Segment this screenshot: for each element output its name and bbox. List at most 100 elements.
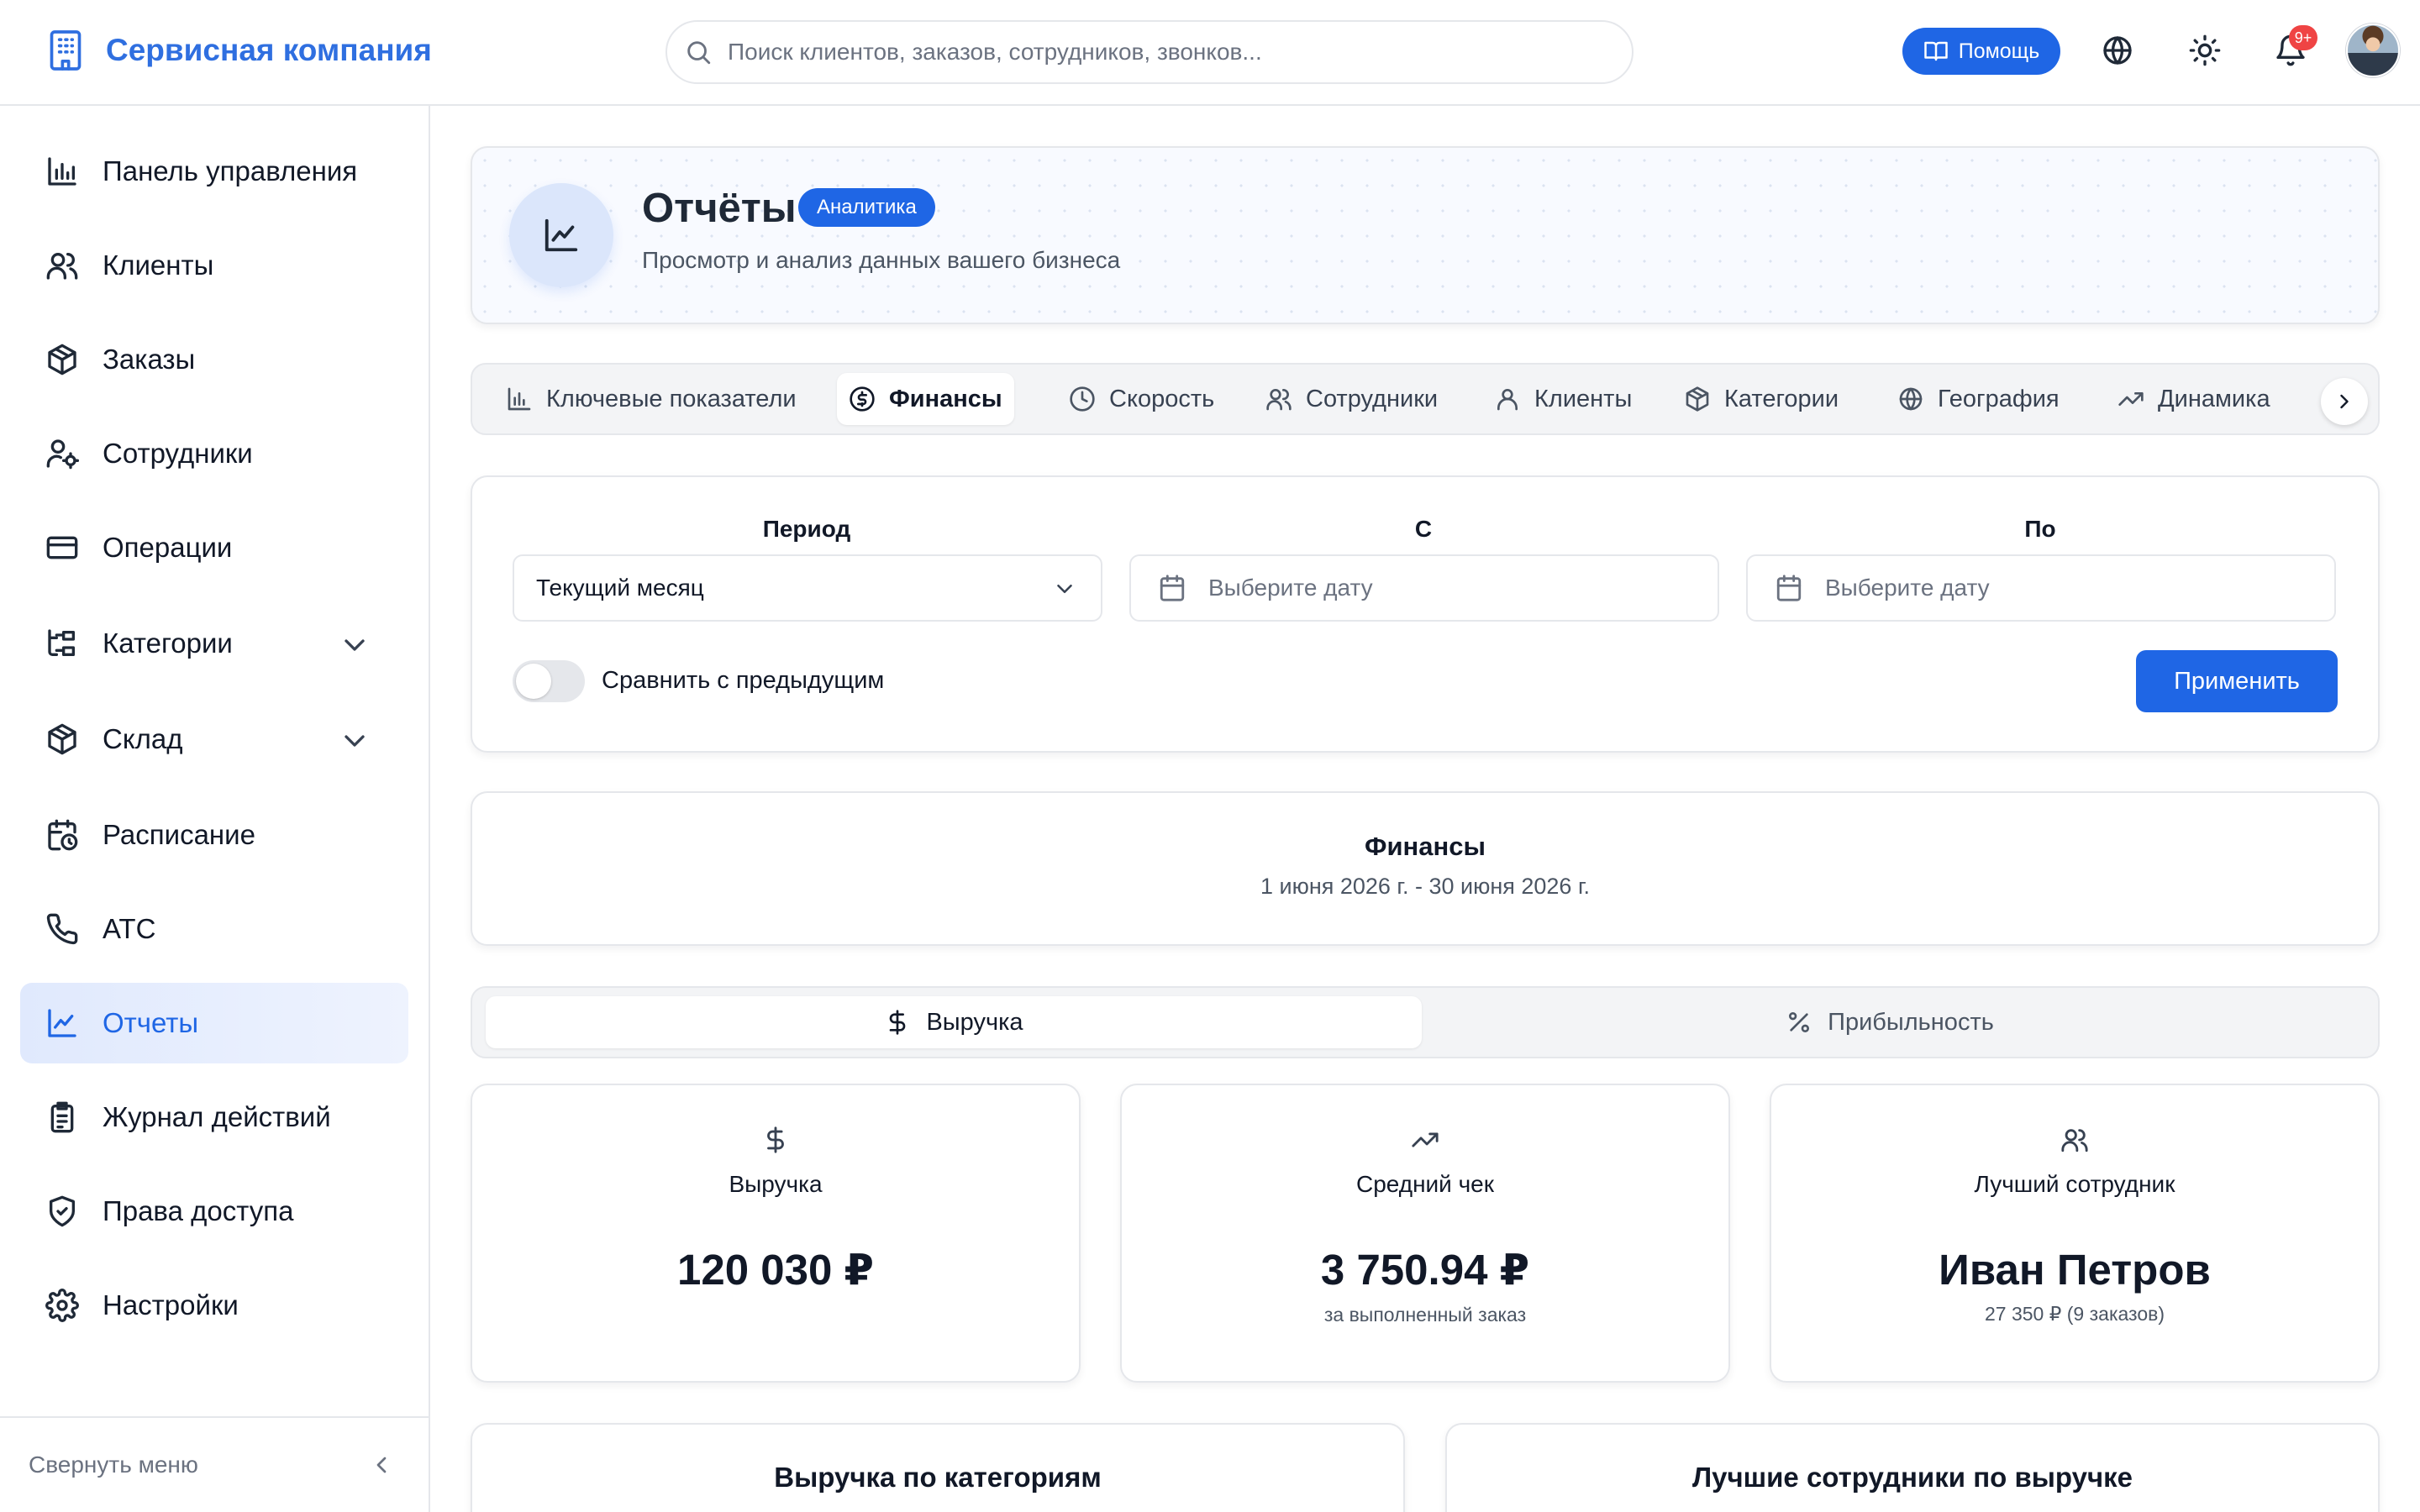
sidebar-item-clients[interactable]: Клиенты xyxy=(20,225,408,306)
tab-speed[interactable]: Скорость xyxy=(1057,373,1226,425)
search-bar[interactable] xyxy=(666,20,1634,84)
sidebar-item-schedule[interactable]: Расписание xyxy=(20,795,408,875)
notification-badge: 9+ xyxy=(2289,25,2317,50)
tabs-scroll-right-button[interactable] xyxy=(2321,378,2368,425)
tab-employees[interactable]: Сотрудники xyxy=(1254,373,1449,425)
sidebar-item-orders[interactable]: Заказы xyxy=(20,319,408,400)
stat-card-average-check: Средний чек 3 750.94 ₽ за выполненный за… xyxy=(1120,1084,1730,1383)
user-avatar[interactable] xyxy=(2346,24,2400,77)
tab-geography[interactable]: География xyxy=(1886,373,2071,425)
calendar-icon xyxy=(1160,575,1185,601)
tab-label: Сотрудники xyxy=(1306,385,1439,412)
revenue-by-category-card: Выручка по категориям xyxy=(471,1423,1405,1512)
clipboard-list-icon xyxy=(50,1101,74,1133)
tab-label: Динамика xyxy=(2158,385,2270,412)
help-label: Помощь xyxy=(1958,39,2040,63)
tab-clients[interactable]: Клиенты xyxy=(1482,373,1644,425)
stat-subtext: 27 350 ₽ (9 заказов) xyxy=(1985,1303,2165,1325)
date-from-placeholder: Выберите дату xyxy=(1208,575,1373,601)
trending-up-icon xyxy=(2118,392,2144,406)
search-input[interactable] xyxy=(728,39,1568,66)
stat-label: Лучший сотрудник xyxy=(1974,1171,2175,1197)
search-icon xyxy=(687,41,711,65)
dollar-icon xyxy=(767,1126,784,1153)
stat-value: 120 030 ₽ xyxy=(676,1246,874,1294)
sidebar-item-activity-log[interactable]: Журнал действий xyxy=(20,1077,408,1158)
sidebar-item-pbx[interactable]: АТС xyxy=(20,889,408,969)
collapse-menu-button[interactable]: Свернуть меню xyxy=(0,1416,429,1512)
package-icon xyxy=(48,723,76,755)
globe-icon[interactable] xyxy=(2101,34,2134,67)
tab-label: Ключевые показатели xyxy=(546,385,797,412)
tab-label: География xyxy=(1938,385,2060,412)
sidebar-item-label: Сотрудники xyxy=(103,438,253,469)
sidebar-item-label: Расписание xyxy=(103,819,255,850)
stat-label: Средний чек xyxy=(1355,1171,1495,1197)
card-title: Выручка по категориям xyxy=(774,1462,1102,1493)
sidebar-item-access-rights[interactable]: Права доступа xyxy=(20,1171,408,1252)
brand[interactable]: Сервисная компания xyxy=(47,29,432,72)
stat-value: Иван Петров xyxy=(1939,1246,2211,1294)
date-to-placeholder: Выберите дату xyxy=(1825,575,1990,601)
date-from-input[interactable]: Выберите дату xyxy=(1129,554,1719,622)
sidebar-item-label: Журнал действий xyxy=(103,1101,331,1132)
help-button[interactable]: Помощь xyxy=(1902,28,2060,75)
top-employees-revenue-card: Лучшие сотрудники по выручке xyxy=(1445,1423,2380,1512)
brand-name: Сервисная компания xyxy=(106,33,432,67)
sidebar-item-employees[interactable]: Сотрудники xyxy=(20,413,408,494)
collapse-menu-label: Свернуть меню xyxy=(29,1452,198,1478)
shield-check-icon xyxy=(50,1195,76,1227)
apply-button[interactable]: Применить xyxy=(2136,650,2338,712)
date-to-input[interactable]: Выберите дату xyxy=(1746,554,2336,622)
to-label: По xyxy=(2024,516,2056,542)
tab-label: Прибыльность xyxy=(1828,1008,1994,1036)
sidebar-item-operations[interactable]: Операции xyxy=(20,507,408,588)
package-icon xyxy=(1686,386,1709,412)
period-value: Текущий месяц xyxy=(536,575,704,601)
analytics-badge: Аналитика xyxy=(798,188,935,227)
tab-categories[interactable]: Категории xyxy=(1672,373,1850,425)
tab-profitability[interactable]: Прибыльность xyxy=(1422,996,2358,1048)
sidebar-item-settings[interactable]: Настройки xyxy=(20,1265,408,1346)
page-hero: Отчёты Аналитика Просмотр и анализ данны… xyxy=(471,146,2380,324)
user-cog-icon xyxy=(46,439,79,470)
building-icon xyxy=(50,30,82,71)
compare-label: Сравнить с предыдущим xyxy=(602,667,885,694)
filters-card: Период С По Текущий месяц Выберите дату … xyxy=(471,475,2380,753)
bar-chart-icon xyxy=(48,157,76,186)
trending-up-icon xyxy=(1412,1132,1439,1147)
percent-icon xyxy=(1789,1012,1810,1032)
tab-label: Клиенты xyxy=(1534,385,1633,412)
sidebar-item-categories[interactable]: Категории xyxy=(20,603,408,684)
chevron-down-icon[interactable] xyxy=(338,628,371,662)
sidebar-item-dashboard[interactable]: Панель управления xyxy=(20,131,408,212)
finance-subtabs: Выручка Прибыльность xyxy=(471,986,2380,1058)
sidebar-item-label: Клиенты xyxy=(103,249,214,281)
date-range: 1 июня 2026 г. - 30 июня 2026 г. xyxy=(1260,874,1590,899)
tab-key-metrics[interactable]: Ключевые показатели xyxy=(494,373,808,425)
folder-tree-icon xyxy=(48,629,76,656)
package-icon xyxy=(48,344,76,375)
tab-finance[interactable]: Финансы xyxy=(837,373,1014,425)
settings-icon xyxy=(45,1289,79,1322)
sidebar-item-warehouse[interactable]: Склад xyxy=(20,699,408,780)
chevron-down-icon[interactable] xyxy=(338,724,371,758)
period-select[interactable]: Текущий месяц xyxy=(513,554,1102,622)
sidebar-item-label: Категории xyxy=(103,627,233,659)
bar-chart-icon xyxy=(508,387,531,411)
chevron-down-icon xyxy=(1057,585,1072,593)
sun-icon[interactable] xyxy=(2188,34,2222,67)
stat-subtext: за выполненный заказ xyxy=(1323,1304,1527,1326)
top-header: Сервисная компания Помощь 9+ xyxy=(0,0,2420,106)
tab-revenue[interactable]: Выручка xyxy=(486,996,1422,1048)
chevron-right-icon xyxy=(2340,394,2349,409)
tab-dynamics[interactable]: Динамика xyxy=(2106,373,2282,425)
tab-label: Скорость xyxy=(1109,385,1215,412)
sidebar-item-label: АТС xyxy=(103,913,156,944)
hero-icon-circle xyxy=(509,183,613,287)
page-title: Отчёты xyxy=(642,186,797,231)
phone-icon xyxy=(46,913,78,945)
compare-toggle[interactable] xyxy=(513,660,585,702)
users-icon xyxy=(1266,389,1292,411)
sidebar-item-reports[interactable]: Отчеты xyxy=(20,983,408,1063)
